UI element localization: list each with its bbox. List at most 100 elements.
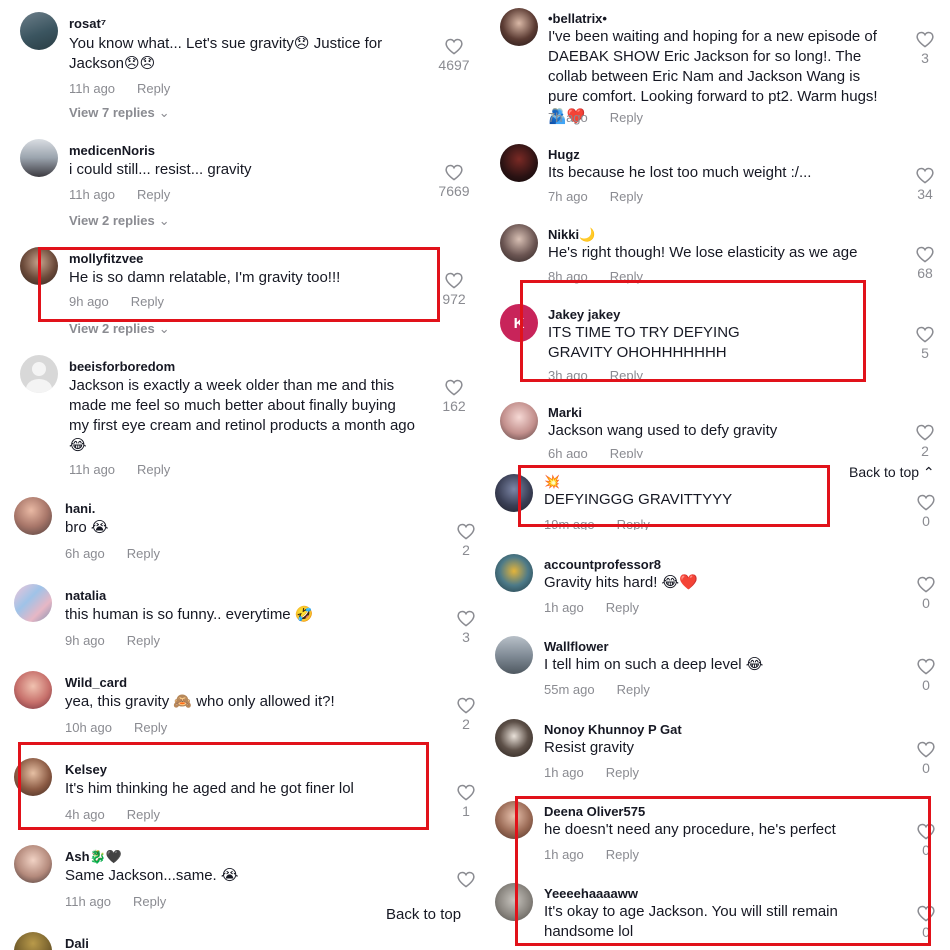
comment-username[interactable]: hani. xyxy=(65,501,95,516)
reply-button[interactable]: Reply xyxy=(610,189,643,204)
view-replies-button[interactable]: View 2 replies ⌄ xyxy=(69,213,170,229)
like-button[interactable] xyxy=(448,871,475,888)
like-button[interactable]: 34 xyxy=(907,167,943,202)
like-button[interactable]: 3 xyxy=(907,31,943,66)
avatar[interactable] xyxy=(495,801,533,839)
avatar[interactable] xyxy=(500,402,538,440)
reply-button[interactable]: Reply xyxy=(617,517,650,530)
reply-button[interactable]: Reply xyxy=(606,600,639,615)
avatar[interactable] xyxy=(20,12,58,50)
like-count: 2 xyxy=(921,443,929,458)
comment-username[interactable]: Wild_card xyxy=(65,675,127,690)
view-replies-button[interactable]: View 7 replies ⌄ xyxy=(69,105,170,121)
reply-button[interactable]: Reply xyxy=(606,765,639,780)
avatar[interactable] xyxy=(495,474,533,512)
like-button[interactable]: 0 xyxy=(908,658,944,693)
comment-item: rosat⁷ You know what... Let's sue gravit… xyxy=(20,12,475,122)
chevron-down-icon: ⌄ xyxy=(158,105,170,120)
like-button[interactable]: 3 xyxy=(448,610,475,645)
comment-username[interactable]: Deena Oliver575 xyxy=(544,804,645,819)
reply-button[interactable]: Reply xyxy=(137,81,170,96)
comment-username[interactable]: Dali xyxy=(65,936,89,950)
comment-username[interactable]: accountprofessor8 xyxy=(544,557,661,572)
like-button[interactable]: 2 xyxy=(448,697,475,732)
comment-username[interactable]: Hugz xyxy=(548,147,580,162)
comment-text: Same Jackson...same. 😭 xyxy=(65,867,239,884)
comment-username[interactable]: Yeeeehaaaaww xyxy=(544,886,638,901)
reply-button[interactable]: Reply xyxy=(131,294,164,309)
like-button[interactable]: 2 xyxy=(907,424,943,458)
comment-column-right: •bellatrix• I've been waiting and hoping… xyxy=(475,0,950,950)
comment-item: Dali xyxy=(14,932,475,950)
like-button[interactable]: 1 xyxy=(448,784,475,819)
like-button[interactable]: 0 xyxy=(908,576,944,611)
reply-button[interactable]: Reply xyxy=(137,187,170,202)
comment-username[interactable]: Wallflower xyxy=(544,639,609,654)
reply-button[interactable]: Reply xyxy=(134,720,167,735)
reply-button[interactable]: Reply xyxy=(127,546,160,561)
comment-meta: 55m ago Reply xyxy=(544,682,650,697)
avatar[interactable] xyxy=(20,247,58,285)
reply-button[interactable]: Reply xyxy=(610,269,643,284)
avatar[interactable] xyxy=(20,139,58,177)
comment-item: •bellatrix• I've been waiting and hoping… xyxy=(500,8,950,128)
comment-username[interactable]: Nikki🌙 xyxy=(548,227,595,243)
comment-username[interactable]: beeisforboredom xyxy=(69,359,175,374)
reply-button[interactable]: Reply xyxy=(610,368,643,382)
avatar[interactable] xyxy=(495,719,533,757)
comment-username[interactable]: rosat⁷ xyxy=(69,16,106,31)
avatar[interactable] xyxy=(495,883,533,921)
like-count: 0 xyxy=(922,924,930,940)
comment-username[interactable]: Kelsey xyxy=(65,762,107,777)
like-button[interactable]: 0 xyxy=(908,905,944,940)
comment-username[interactable]: natalia xyxy=(65,588,106,603)
comment-item: Kelsey It's him thinking he aged and he … xyxy=(14,758,475,828)
reply-button[interactable]: Reply xyxy=(137,462,170,477)
comment-username[interactable]: medicenNoris xyxy=(69,143,155,158)
comment-username[interactable]: mollyfitzvee xyxy=(69,251,143,266)
comment-username[interactable]: •bellatrix• xyxy=(548,11,607,26)
avatar[interactable] xyxy=(500,8,538,46)
avatar[interactable] xyxy=(20,355,58,393)
reply-button[interactable]: Reply xyxy=(610,110,643,125)
reply-button[interactable]: Reply xyxy=(133,894,166,909)
avatar[interactable] xyxy=(14,497,52,535)
comment-time: 11h ago xyxy=(69,187,116,202)
avatar[interactable] xyxy=(500,144,538,182)
comment-username[interactable]: Marki xyxy=(548,405,582,420)
avatar[interactable] xyxy=(495,554,533,592)
back-to-top-button[interactable]: Back to top ⌃ xyxy=(845,462,939,483)
avatar[interactable] xyxy=(14,758,52,796)
like-button[interactable]: 0 xyxy=(908,823,944,858)
like-button[interactable]: 0 xyxy=(908,741,944,776)
comment-username[interactable]: Jakey jakey xyxy=(548,307,620,322)
avatar[interactable] xyxy=(495,636,533,674)
like-button[interactable]: 4697 xyxy=(434,38,474,73)
reply-button[interactable]: Reply xyxy=(606,847,639,862)
avatar[interactable] xyxy=(500,224,538,262)
like-button[interactable]: 7669 xyxy=(434,164,474,199)
comment-time: 11h ago xyxy=(69,462,116,477)
like-button[interactable]: 68 xyxy=(907,246,943,281)
like-button[interactable]: 2 xyxy=(448,523,475,558)
comment-username[interactable]: Nonoy Khunnoy P Gat xyxy=(544,722,682,737)
like-button[interactable]: 162 xyxy=(434,379,474,414)
like-count: 972 xyxy=(442,291,466,307)
comment-text: I tell him on such a deep level 😂 xyxy=(544,656,764,673)
avatar[interactable] xyxy=(14,845,52,883)
like-button[interactable]: 0 xyxy=(908,494,944,529)
view-replies-button[interactable]: View 2 replies ⌄ xyxy=(69,321,170,337)
like-button[interactable]: 972 xyxy=(434,272,474,307)
reply-button[interactable]: Reply xyxy=(610,446,643,458)
comment-username[interactable]: 💥 xyxy=(544,474,560,490)
avatar[interactable] xyxy=(14,671,52,709)
reply-button[interactable]: Reply xyxy=(617,682,650,697)
avatar[interactable]: K xyxy=(500,304,538,342)
comment-username[interactable]: Ash🐉🖤 xyxy=(65,849,122,865)
avatar[interactable] xyxy=(14,932,52,950)
like-button[interactable]: 5 xyxy=(907,326,943,361)
back-to-top-button[interactable]: Back to top xyxy=(376,900,472,929)
avatar[interactable] xyxy=(14,584,52,622)
reply-button[interactable]: Reply xyxy=(127,633,160,648)
reply-button[interactable]: Reply xyxy=(127,807,160,822)
